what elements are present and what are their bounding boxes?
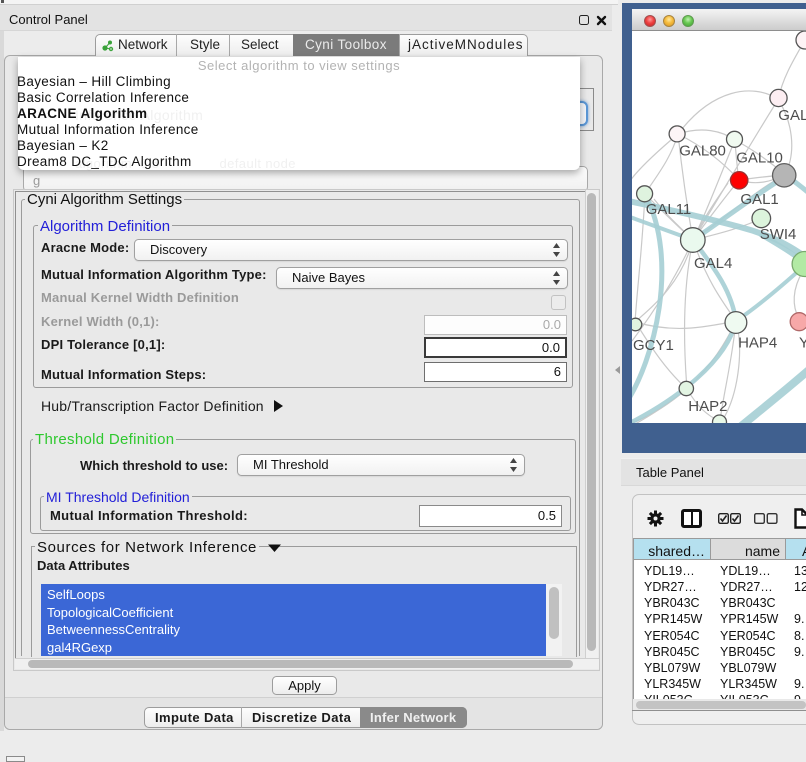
- svg-text:GAL2: GAL2: [778, 107, 806, 124]
- svg-text:Y: Y: [799, 335, 806, 352]
- svg-text:GAL10: GAL10: [736, 150, 783, 167]
- svg-text:GCY1: GCY1: [633, 337, 674, 354]
- svg-text:GAL80: GAL80: [679, 143, 726, 160]
- svg-text:HAP4: HAP4: [738, 335, 777, 352]
- svg-text:HAP2: HAP2: [688, 398, 727, 415]
- svg-text:GAL11: GAL11: [646, 201, 692, 218]
- svg-text:SWI4: SWI4: [760, 226, 797, 243]
- svg-text:GAL1: GAL1: [740, 191, 778, 208]
- svg-text:GAL4: GAL4: [694, 255, 732, 272]
